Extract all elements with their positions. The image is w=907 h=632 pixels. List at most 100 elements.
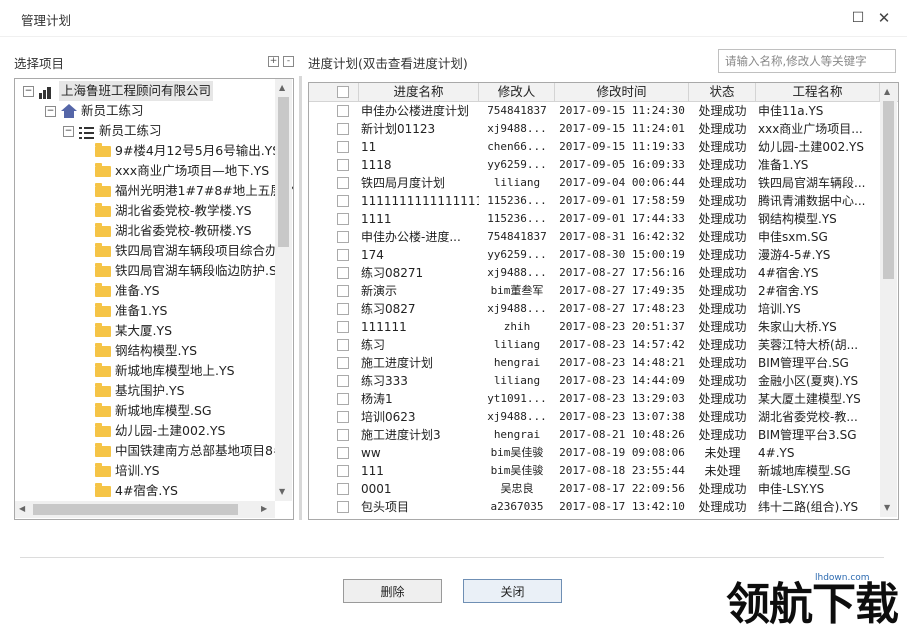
table-row[interactable]: 培训0623 xj9488... 2017-08-23 13:07:38 处理成功 湖北…	[309, 408, 880, 426]
row-checkbox[interactable]	[337, 303, 349, 315]
tree-item[interactable]: 湖北省委党校-教研楼.YS	[19, 221, 273, 241]
table-row[interactable]: 1111 115236... 2017-09-01 17:44:33 处理成功 钢结构模…	[309, 210, 880, 228]
table-row[interactable]: 111111 zhih 2017-08-23 20:51:37 处理成功 朱家山大桥.Y…	[309, 318, 880, 336]
collapse-toggle-icon[interactable]: −	[45, 106, 56, 117]
tree-level2[interactable]: − 新员工练习	[19, 121, 289, 141]
scroll-down-icon[interactable]: ▼	[279, 487, 285, 496]
table-row[interactable]: 铁四局月度计划 liliang 2017-09-04 00:06:44 处理成功 铁四局…	[309, 174, 880, 192]
table-row[interactable]: 申佳办公楼进度计划 754841837 2017-09-15 11:24:30 处理成…	[309, 102, 880, 120]
tree-horizontal-scrollbar[interactable]: ◀ ▶	[15, 501, 275, 518]
header-status[interactable]: 状态	[689, 83, 756, 101]
row-checkbox[interactable]	[337, 447, 349, 459]
schedule-table[interactable]: 进度名称 修改人 修改时间 状态 工程名称 申佳办公楼进度计划 754841837…	[308, 82, 899, 520]
table-vertical-scrollbar[interactable]: ▲ ▼	[880, 83, 897, 517]
row-checkbox[interactable]	[337, 375, 349, 387]
select-all-checkbox[interactable]	[337, 86, 349, 98]
tree-item[interactable]: 铁四局官湖车辆段临边防护.SC	[19, 261, 286, 281]
table-row[interactable]: 新演示 bim董叁军 2017-08-27 17:49:35 处理成功 2#宿舍.YS	[309, 282, 880, 300]
row-checkbox[interactable]	[337, 231, 349, 243]
cell-project-name: 芙蓉江特大桥(胡...	[758, 338, 859, 352]
row-checkbox[interactable]	[337, 339, 349, 351]
table-row[interactable]: 1111111111111111 115236... 2017-09-01 17:5…	[309, 192, 880, 210]
panel-splitter[interactable]	[299, 76, 302, 520]
table-row[interactable]: 11 chen66... 2017-09-15 11:19:33 处理成功 幼儿园-土建…	[309, 138, 880, 156]
scroll-right-icon[interactable]: ▶	[261, 504, 267, 513]
tree-item[interactable]: 某大厦.YS	[19, 321, 273, 341]
row-checkbox[interactable]	[337, 429, 349, 441]
tree-item[interactable]: xxx商业广场项目—地下.YS	[19, 161, 273, 181]
row-checkbox[interactable]	[337, 249, 349, 261]
close-button[interactable]: 关闭	[463, 579, 562, 603]
scroll-up-icon[interactable]: ▲	[884, 87, 890, 96]
close-icon[interactable]: ✕	[874, 8, 894, 28]
row-checkbox[interactable]	[337, 195, 349, 207]
row-checkbox[interactable]	[337, 141, 349, 153]
row-checkbox[interactable]	[337, 393, 349, 405]
tree-root[interactable]: − 上海鲁班工程顾问有限公司	[19, 81, 289, 101]
collapse-all-icon[interactable]: -	[283, 56, 294, 67]
table-row[interactable]: 0001 吴忠良 2017-08-17 22:09:56 处理成功 申佳-LSY.YS	[309, 480, 880, 498]
row-checkbox[interactable]	[337, 159, 349, 171]
table-row[interactable]: 174 yy6259... 2017-08-30 15:00:19 处理成功 漫游4-5…	[309, 246, 880, 264]
row-checkbox[interactable]	[337, 213, 349, 225]
row-checkbox[interactable]	[337, 285, 349, 297]
table-row[interactable]: 施工进度计划 hengrai 2017-08-23 14:48:21 处理成功 BIM管…	[309, 354, 880, 372]
scroll-down-icon[interactable]: ▼	[884, 503, 890, 512]
tree-hscroll-thumb[interactable]	[33, 504, 238, 515]
header-modified-time[interactable]: 修改时间	[555, 83, 689, 101]
tree-item[interactable]: 铁四局官湖车辆段项目综合办公	[19, 241, 290, 261]
table-row[interactable]: 练习333 liliang 2017-08-23 14:44:09 处理成功 金融小区(…	[309, 372, 880, 390]
tree-item[interactable]: 中国铁建南方总部基地项目8#	[19, 441, 283, 461]
project-tree[interactable]: − 上海鲁班工程顾问有限公司 − 新员工练习 − 新员工练习 9#楼4月12号5…	[14, 78, 294, 520]
search-input[interactable]	[718, 49, 896, 73]
tree-item[interactable]: 新城地库模型.SG	[19, 401, 273, 421]
table-scroll-thumb[interactable]	[883, 101, 894, 279]
header-modifier[interactable]: 修改人	[479, 83, 555, 101]
table-row[interactable]: 包头项目 a2367035 2017-08-17 13:42:10 处理成功 纬十二路(…	[309, 498, 880, 516]
row-checkbox[interactable]	[337, 465, 349, 477]
maximize-icon[interactable]: ☐	[848, 8, 868, 28]
tree-item[interactable]: 准备.YS	[19, 281, 273, 301]
table-row[interactable]: 1118 yy6259... 2017-09-05 16:09:33 处理成功 准备1.…	[309, 156, 880, 174]
header-name[interactable]: 进度名称	[359, 83, 479, 101]
row-checkbox[interactable]	[337, 267, 349, 279]
delete-button[interactable]: 删除	[343, 579, 442, 603]
table-row[interactable]: 申佳办公楼-进度... 754841837 2017-08-31 16:42:32 处…	[309, 228, 880, 246]
tree-scroll-thumb[interactable]	[278, 97, 289, 247]
tree-item[interactable]: 新城地库模型地上.YS	[19, 361, 273, 381]
table-row[interactable]: 新计划01123 xj9488... 2017-09-15 11:24:01 处理成功…	[309, 120, 880, 138]
tree-item[interactable]: 湖北省委党校-教学楼.YS	[19, 201, 273, 221]
tree-item[interactable]: 准备1.YS	[19, 301, 273, 321]
tree-item[interactable]: 4#宿舍.YS	[19, 481, 273, 501]
tree-vertical-scrollbar[interactable]: ▲ ▼	[275, 79, 292, 501]
tree-item[interactable]: 福州光明港1#7#8#地上五层.Y	[19, 181, 293, 201]
table-row[interactable]: 杨涛1 yt1091... 2017-08-23 13:29:03 处理成功 某大厦土建…	[309, 390, 880, 408]
scroll-left-icon[interactable]: ◀	[19, 504, 25, 513]
row-checkbox[interactable]	[337, 501, 349, 513]
tree-item[interactable]: 钢结构模型.YS	[19, 341, 273, 361]
tree-level1[interactable]: − 新员工练习	[19, 101, 289, 121]
table-row[interactable]: 111 bim吴佳骏 2017-08-18 23:55:44 未处理 新城地库模型.SG	[309, 462, 880, 480]
expand-all-icon[interactable]: +	[268, 56, 279, 67]
row-checkbox[interactable]	[337, 177, 349, 189]
table-row[interactable]: 练习0827 xj9488... 2017-08-27 17:48:23 处理成功 培训…	[309, 300, 880, 318]
table-row[interactable]: ww bim吴佳骏 2017-08-19 09:08:06 未处理 4#.YS	[309, 444, 880, 462]
header-select-all[interactable]	[309, 83, 359, 101]
header-project-name[interactable]: 工程名称	[756, 83, 880, 101]
row-checkbox[interactable]	[337, 483, 349, 495]
tree-item[interactable]: 基坑围护.YS	[19, 381, 273, 401]
row-checkbox[interactable]	[337, 321, 349, 333]
tree-item[interactable]: 幼儿园-土建002.YS	[19, 421, 273, 441]
row-checkbox[interactable]	[337, 357, 349, 369]
collapse-toggle-icon[interactable]: −	[63, 126, 74, 137]
table-row[interactable]: 练习08271 xj9488... 2017-08-27 17:56:16 处理成功 4…	[309, 264, 880, 282]
tree-item[interactable]: 培训.YS	[19, 461, 273, 481]
table-row[interactable]: 施工进度计划3 hengrai 2017-08-21 10:48:26 处理成功 BIM…	[309, 426, 880, 444]
tree-item[interactable]: 9#楼4月12号5月6号输出.YS	[19, 141, 280, 161]
table-row[interactable]: 练习 liliang 2017-08-23 14:57:42 处理成功 芙蓉江特大桥(胡…	[309, 336, 880, 354]
scroll-up-icon[interactable]: ▲	[279, 83, 285, 92]
row-checkbox[interactable]	[337, 411, 349, 423]
row-checkbox[interactable]	[337, 105, 349, 117]
row-checkbox[interactable]	[337, 123, 349, 135]
collapse-toggle-icon[interactable]: −	[23, 86, 34, 97]
